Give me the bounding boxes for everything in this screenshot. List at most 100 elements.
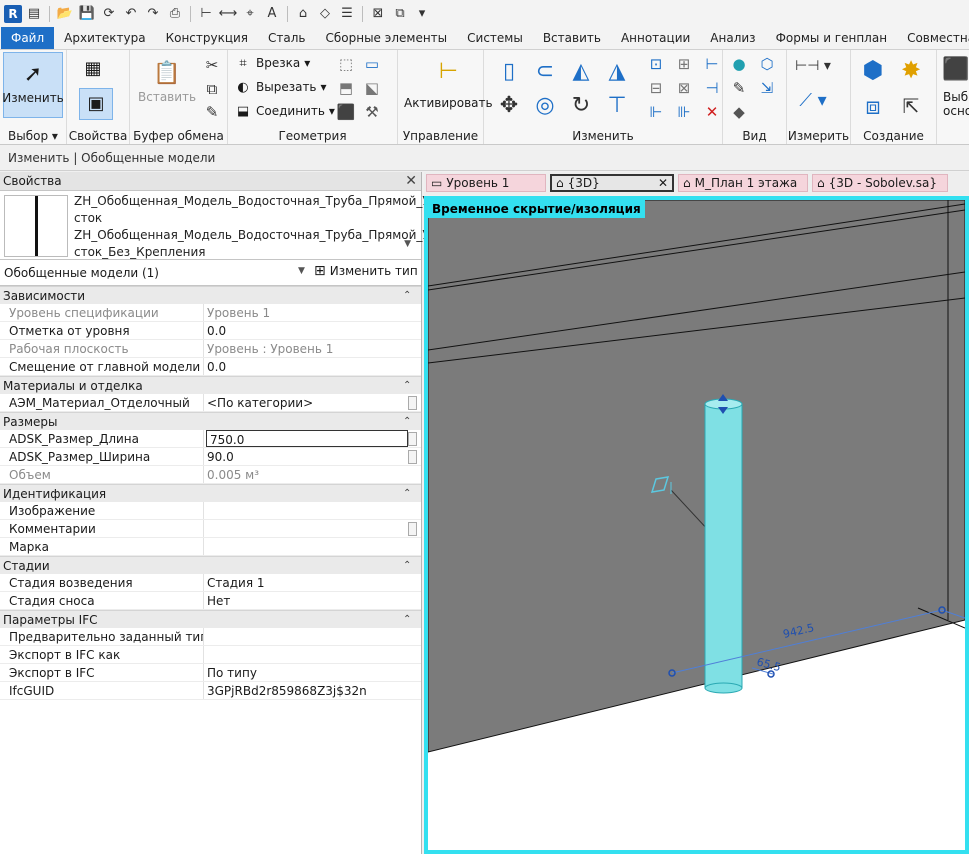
create-group-icon[interactable]: ⧈ <box>857 90 889 122</box>
edit-type-button[interactable]: ⊞ Изменить тип <box>314 263 418 279</box>
property-value[interactable] <box>204 502 406 519</box>
property-value[interactable]: <По категории> <box>204 394 406 411</box>
align-icon[interactable]: ▯ <box>494 56 524 86</box>
ribbon-tab[interactable]: Сталь <box>258 27 315 49</box>
property-value[interactable] <box>204 538 406 555</box>
select-dropdown[interactable]: Выбор ▾ <box>0 129 66 143</box>
section-icon[interactable]: ◇ <box>315 4 335 24</box>
split-face-icon[interactable]: ⬚ <box>336 54 356 74</box>
customize-dropdown-icon[interactable]: ▾ <box>412 4 432 24</box>
lightbulb-icon[interactable]: ● <box>729 54 749 74</box>
type-selector[interactable]: ZH_Обобщенная_Модель_Водосточная_Труба_П… <box>0 191 444 260</box>
collapse-icon[interactable]: ⌃ <box>403 557 411 575</box>
revit-logo-icon[interactable]: R <box>4 4 22 23</box>
sync-icon[interactable]: ⟳ <box>99 4 119 24</box>
cut-geometry-button[interactable]: ◐ Вырезать ▾ <box>234 78 326 96</box>
aligned-dimension-icon[interactable]: ⟋ ▾ <box>793 90 833 111</box>
property-value[interactable] <box>204 520 406 537</box>
collapse-icon[interactable]: ⌃ <box>403 287 411 305</box>
paint-bucket-icon[interactable]: ◆ <box>729 102 749 122</box>
close-hidden-icon[interactable]: ⊠ <box>368 4 388 24</box>
view-tab[interactable]: ⌂ М_План 1 этажа <box>678 174 808 192</box>
ribbon-tab[interactable]: Конструкция <box>156 27 258 49</box>
split-icon[interactable]: ⊡ <box>646 54 666 74</box>
ribbon-tab[interactable]: Анализ <box>700 27 765 49</box>
override-graphics-icon[interactable]: ✎ <box>729 78 749 98</box>
dimension-icon[interactable]: ⟷ <box>218 4 238 24</box>
home-icon[interactable]: ▤ <box>24 4 44 24</box>
view-tab[interactable]: ⌂ {3D - Sobolev.sa} <box>812 174 948 192</box>
property-category[interactable]: Стадии ⌃ <box>0 556 421 574</box>
collapse-icon[interactable]: ⌃ <box>403 413 411 431</box>
copy-element-icon[interactable]: ◎ <box>530 90 560 120</box>
pin-icon[interactable]: ⊢ <box>702 54 722 74</box>
array-icon[interactable]: ⊟ <box>646 78 666 98</box>
property-value[interactable] <box>204 646 406 663</box>
property-value[interactable]: 750.0 <box>206 430 408 447</box>
pick-new-host-icon[interactable]: ⬛ <box>942 54 969 84</box>
ribbon-tab[interactable]: Архитектура <box>54 27 155 49</box>
match-properties-icon[interactable]: ✎ <box>202 102 222 122</box>
default-3d-view-icon[interactable]: ⌂ <box>293 4 313 24</box>
collapse-icon[interactable]: ⌃ <box>403 377 411 395</box>
save-icon[interactable]: 💾 <box>77 4 97 24</box>
property-category[interactable]: Материалы и отделка ⌃ <box>0 376 421 394</box>
copy-icon[interactable]: ⧉ <box>202 79 222 99</box>
instance-filter[interactable]: Обобщенные модели (1) <box>4 266 159 280</box>
tag-icon[interactable]: ⌖ <box>240 4 260 24</box>
activate-button[interactable]: ⊢ Активировать <box>404 54 493 111</box>
property-edit-button[interactable] <box>408 450 417 464</box>
mirror-draw-axis-icon[interactable]: ◮ <box>602 56 632 86</box>
redo-icon[interactable]: ↷ <box>143 4 163 24</box>
property-category[interactable]: Размеры ⌃ <box>0 412 421 430</box>
rotate-icon[interactable]: ↻ <box>566 90 596 120</box>
unjoin-icon[interactable]: ⬛ <box>336 102 356 122</box>
join-button[interactable]: ⬓ Соединить ▾ <box>234 102 335 120</box>
property-value[interactable]: 0.0 <box>204 322 406 339</box>
scale-icon[interactable]: ⊠ <box>674 78 694 98</box>
type-properties-button[interactable]: ▦ <box>77 52 109 84</box>
print-icon[interactable]: ⎙ <box>165 4 185 24</box>
mirror-pick-axis-icon[interactable]: ◭ <box>566 56 596 86</box>
collapse-icon[interactable]: ⌃ <box>403 485 411 503</box>
wall-joins-icon[interactable]: ⬒ <box>336 78 356 98</box>
cope-button[interactable]: ⌗ Врезка ▾ <box>234 54 310 72</box>
measure-icon[interactable]: ⊢ <box>196 4 216 24</box>
hammer-icon[interactable]: ⚒ <box>362 102 382 122</box>
unpin-icon[interactable]: ⊣ <box>702 78 722 98</box>
property-value[interactable]: 3GPjRBd2r859868Z3j$32n <box>204 682 406 699</box>
downpipe-element[interactable] <box>704 403 743 689</box>
paint-icon[interactable]: ▭ <box>362 54 382 74</box>
property-edit-button[interactable] <box>408 432 417 446</box>
open-folder-icon[interactable]: 📂 <box>55 4 75 24</box>
view-tab[interactable]: ▭ Уровень 1 <box>426 174 546 192</box>
collapse-icon[interactable]: ⌃ <box>403 611 411 629</box>
property-value[interactable]: По типу <box>204 664 406 681</box>
thin-lines-icon[interactable]: ☰ <box>337 4 357 24</box>
property-value[interactable] <box>204 628 406 645</box>
property-edit-button[interactable] <box>408 396 417 410</box>
move-icon[interactable]: ✥ <box>494 90 524 120</box>
trim-multiple-icon[interactable]: ⊩ <box>646 102 666 122</box>
ribbon-tab[interactable]: Системы <box>457 27 533 49</box>
property-category[interactable]: Идентификация ⌃ <box>0 484 421 502</box>
property-edit-button[interactable] <box>408 522 417 536</box>
hide-in-view-icon[interactable]: ⬡ <box>757 54 777 74</box>
close-icon[interactable]: ✕ <box>658 176 668 190</box>
modify-button[interactable]: ➚ Изменить <box>2 52 64 118</box>
ribbon-tab[interactable]: Сборные элементы <box>316 27 458 49</box>
split-gap-icon[interactable]: ⊞ <box>674 54 694 74</box>
ribbon-tab[interactable]: Аннотации <box>611 27 700 49</box>
linework-icon[interactable]: ⇲ <box>757 78 777 98</box>
properties-button[interactable]: ▣ <box>79 88 113 120</box>
ribbon-tab[interactable]: Файл <box>1 27 55 49</box>
property-value[interactable]: 0.0 <box>204 358 406 375</box>
measure-between-icon[interactable]: ⊢⊣ ▾ <box>793 56 833 76</box>
text-icon[interactable]: A <box>262 4 282 24</box>
property-value[interactable]: Нет <box>204 592 406 609</box>
create-similar-icon[interactable]: ⇱ <box>895 90 927 122</box>
create-parts-icon[interactable]: ✸ <box>895 54 927 86</box>
property-category[interactable]: Параметры IFC ⌃ <box>0 610 421 628</box>
ribbon-tab[interactable]: Вставить <box>533 27 611 49</box>
cut-icon[interactable]: ✂ <box>202 55 222 75</box>
